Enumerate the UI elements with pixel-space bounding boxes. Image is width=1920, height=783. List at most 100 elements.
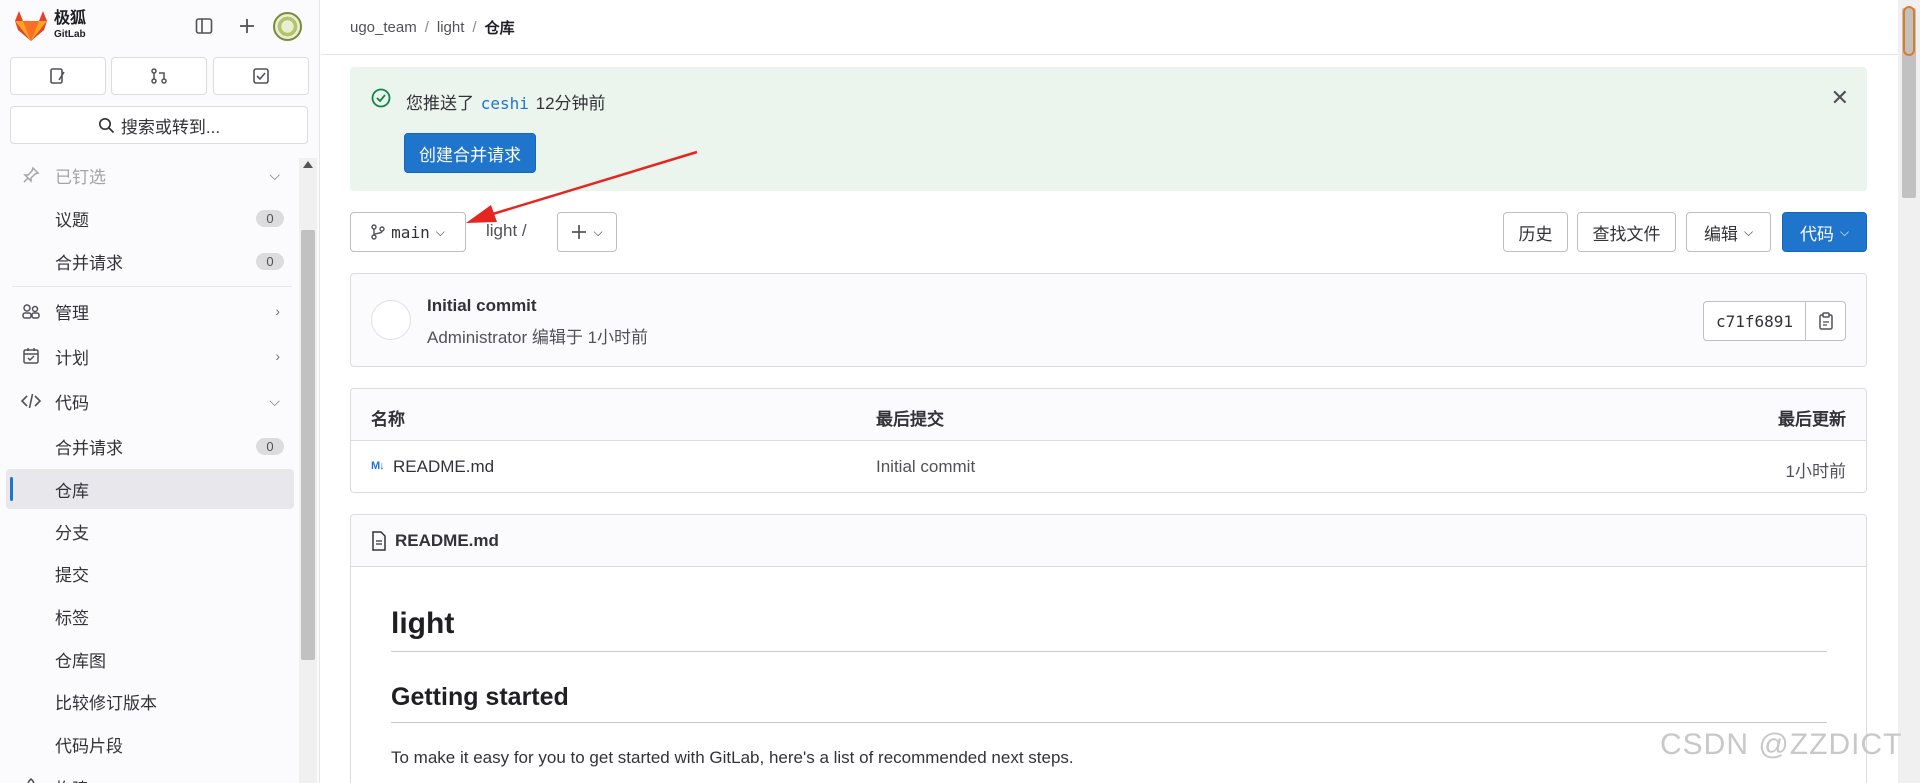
todo-quick-button[interactable] <box>213 57 309 95</box>
sidebar-item-label: 计划 <box>55 348 89 368</box>
sidebar-item-label: 标签 <box>55 608 89 628</box>
chevron-right-icon: › <box>275 348 280 364</box>
scroll-up-arrow-icon[interactable] <box>303 161 313 168</box>
scroll-highlight-marker <box>1903 6 1915 56</box>
merge-requests-quick-button[interactable] <box>111 57 207 95</box>
sidebar-item-code-merge-requests[interactable]: 合并请求 0 <box>6 426 294 466</box>
readme-heading-2: Getting started <box>391 683 1827 723</box>
issues-quick-button[interactable] <box>10 57 106 95</box>
last-commit-panel: Initial commit Administrator 编辑于 1小时前 c7… <box>350 273 1867 367</box>
issues-icon <box>50 68 65 84</box>
file-icon <box>372 531 386 551</box>
sidebar: 极狐 GitLab 搜索或转到... 已钉选 ⌵ 议题 0 合并请求 0 管理 … <box>0 0 320 783</box>
calendar-icon <box>20 345 42 367</box>
search-icon <box>98 117 115 133</box>
count-badge: 0 <box>256 252 284 270</box>
sidebar-item-code[interactable]: 代码 ⌵ <box>6 381 294 421</box>
column-header-last-commit: 最后提交 <box>876 410 944 429</box>
readme-panel: README.md light Getting started To make … <box>350 514 1867 783</box>
edit-dropdown[interactable]: 编辑 ⌵ <box>1686 212 1771 252</box>
column-header-name: 名称 <box>371 410 405 429</box>
table-header: 名称 最后提交 最后更新 <box>351 389 1866 441</box>
sidebar-scrollbar[interactable] <box>299 158 317 783</box>
history-button[interactable]: 历史 <box>1503 212 1568 252</box>
brand-text: 极狐 GitLab <box>54 11 86 40</box>
user-avatar[interactable] <box>273 12 302 41</box>
edit-label: 编辑 <box>1703 224 1738 244</box>
chevron-down-icon: ⌵ <box>269 392 280 409</box>
sidebar-item-label: 合并请求 <box>55 253 123 273</box>
sidebar-item-plan[interactable]: 计划 › <box>6 336 294 376</box>
count-badge: 0 <box>256 437 284 455</box>
file-tree-table: 名称 最后提交 最后更新 M↓ README.md Initial commit… <box>350 388 1867 493</box>
sidebar-item-pinned[interactable]: 已钉选 ⌵ <box>6 155 294 195</box>
sidebar-item-issues[interactable]: 议题 0 <box>6 198 294 238</box>
sidebar-item-label: 管理 <box>55 303 89 323</box>
merge-request-icon <box>151 68 167 84</box>
sidebar-item-label: 代码 <box>55 393 89 413</box>
pin-icon <box>20 164 42 186</box>
code-label: 代码 <box>1799 224 1834 244</box>
watermark: CSDN @ZZDICT <box>1660 728 1903 761</box>
sidebar-item-label: 仓库 <box>55 481 89 501</box>
close-icon[interactable]: ✕ <box>1831 87 1849 109</box>
sidebar-toggle-icon[interactable] <box>190 12 218 40</box>
sidebar-item-build[interactable]: 构建 ⌵ <box>6 767 294 783</box>
readme-filename[interactable]: README.md <box>395 531 499 551</box>
brand-name: 极狐 <box>54 10 87 27</box>
main-content: ugo_team / light / 仓库 您推送了 ceshi 12分钟前 ✕… <box>321 0 1898 783</box>
sidebar-header: 极狐 GitLab <box>0 0 319 52</box>
find-file-button[interactable]: 查找文件 <box>1577 212 1676 252</box>
table-row[interactable]: M↓ README.md Initial commit 1小时前 <box>351 441 1866 492</box>
copy-sha-button[interactable] <box>1805 301 1846 341</box>
code-dropdown[interactable]: 代码 ⌵ <box>1782 212 1867 252</box>
sidebar-item-snippets[interactable]: 代码片段 <box>6 724 294 764</box>
search-box[interactable]: 搜索或转到... <box>10 106 308 144</box>
sidebar-item-merge-requests[interactable]: 合并请求 0 <box>6 241 294 281</box>
sidebar-item-repository-graph[interactable]: 仓库图 <box>6 639 294 679</box>
commit-author-avatar[interactable] <box>371 300 411 340</box>
page-scrollbar[interactable] <box>1898 0 1920 783</box>
sidebar-scrollbar-thumb[interactable] <box>301 230 315 660</box>
file-last-update: 1小时前 <box>1785 462 1846 481</box>
readme-paragraph: To make it easy for you to get started w… <box>391 748 1074 767</box>
chevron-down-icon: ⌵ <box>1839 224 1850 239</box>
commit-title[interactable]: Initial commit <box>427 296 537 316</box>
file-name-link[interactable]: README.md <box>393 457 494 477</box>
plus-icon[interactable] <box>233 12 261 40</box>
sidebar-item-label: 已钉选 <box>55 167 106 187</box>
commit-sha[interactable]: c71f6891 <box>1702 301 1806 341</box>
sidebar-item-manage[interactable]: 管理 › <box>6 291 294 331</box>
users-icon <box>20 300 42 322</box>
sidebar-divider <box>12 286 292 287</box>
chevron-down-icon: ⌵ <box>269 166 280 183</box>
chevron-right-icon: › <box>275 303 280 319</box>
sidebar-item-label: 分支 <box>55 523 89 543</box>
chevron-down-icon: ⌵ <box>1743 224 1754 239</box>
sidebar-item-label: 比较修订版本 <box>55 693 157 713</box>
code-icon <box>20 390 42 412</box>
readme-heading-1: light <box>391 607 1827 652</box>
sidebar-item-label: 议题 <box>55 210 89 230</box>
clipboard-icon <box>1818 312 1833 330</box>
todo-icon <box>253 68 269 84</box>
rocket-icon <box>20 776 42 783</box>
search-placeholder: 搜索或转到... <box>120 117 221 137</box>
sidebar-item-branches[interactable]: 分支 <box>6 511 294 551</box>
sidebar-item-tags[interactable]: 标签 <box>6 596 294 636</box>
sidebar-item-label: 合并请求 <box>55 438 123 458</box>
chevron-down-icon: ⌵ <box>269 779 280 783</box>
sidebar-item-label: 构建 <box>55 775 89 783</box>
app-root: 极狐 GitLab 搜索或转到... 已钉选 ⌵ 议题 0 合并请求 0 管理 … <box>0 0 1920 783</box>
file-last-commit-link[interactable]: Initial commit <box>876 457 975 477</box>
sidebar-item-repository[interactable]: 仓库 <box>6 469 294 509</box>
brand-sub: GitLab <box>54 29 86 40</box>
commit-author[interactable]: Administrator <box>427 328 527 347</box>
gitlab-logo-icon[interactable] <box>14 10 48 42</box>
sidebar-item-commits[interactable]: 提交 <box>6 553 294 593</box>
sidebar-item-compare-revisions[interactable]: 比较修订版本 <box>6 681 294 721</box>
annotation-arrow <box>466 150 698 223</box>
sidebar-item-label: 仓库图 <box>55 651 106 671</box>
markdown-icon: M↓ <box>371 460 385 472</box>
readme-header: README.md <box>351 515 1866 567</box>
